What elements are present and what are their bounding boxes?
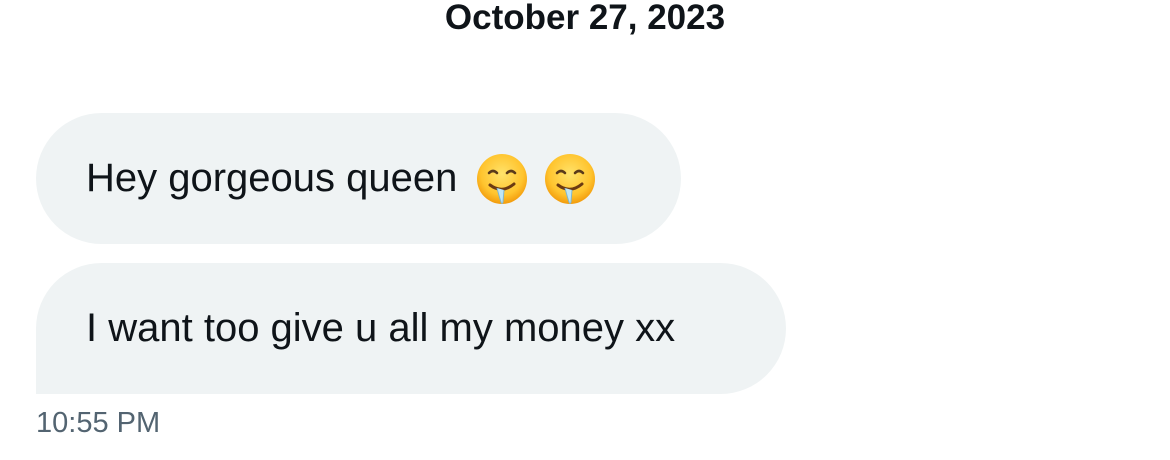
message-text: I want too give u all my money xx <box>86 306 676 350</box>
drooling-face-icon <box>475 152 529 206</box>
message-text: Hey gorgeous queen <box>86 156 458 200</box>
date-separator: October 27, 2023 <box>444 0 726 37</box>
message-bubble[interactable]: I want too give u all my money xx <box>36 263 786 394</box>
message-timestamp: 10:55 PM <box>36 407 161 439</box>
message-bubble[interactable]: Hey gorgeous queen <box>36 113 681 244</box>
drooling-face-icon <box>543 152 597 206</box>
